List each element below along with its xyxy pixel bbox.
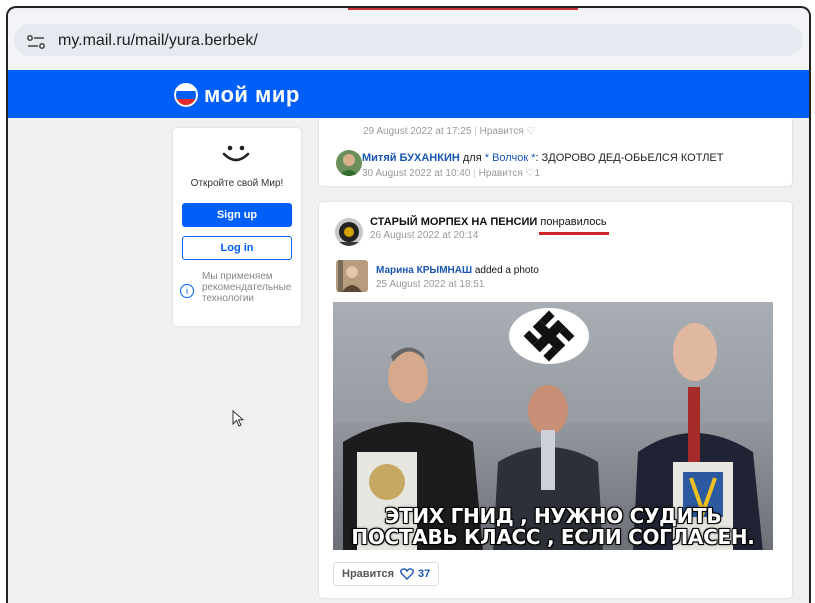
highlight-underline (539, 232, 609, 235)
smile-icon (222, 145, 250, 162)
heart-icon[interactable]: ♡ (526, 168, 535, 179)
signup-card: Откройте свой Мир! Sign up Log in i Мы п… (173, 128, 301, 326)
avatar[interactable] (336, 150, 362, 176)
browser-window: my.mail.ru/mail/yura.berbek/ мой мир Отк… (6, 6, 811, 603)
comment-date-line: 30 August 2022 at 10:40 | Нравится ♡1 (362, 168, 541, 179)
avatar[interactable] (336, 260, 368, 292)
logo-text: мой мир (204, 82, 300, 107)
logo[interactable]: мой мир (174, 82, 300, 108)
shared-author-line: Марина КРЫМНАШ added a photo (376, 265, 539, 276)
info-text: Мы применяем рекомендательные технологии (202, 271, 292, 304)
post-author-line: СТАРЫЙ МОРПЕХ НА ПЕНСИИ понравилось (370, 216, 607, 228)
shared-date: 25 August 2022 at 18:51 (376, 279, 485, 290)
feed-post: 29 August 2022 at 17:25 | Нравится ♡ Мит… (319, 118, 792, 186)
comment-addressee-link[interactable]: * Волчок * (485, 152, 536, 164)
url-text[interactable]: my.mail.ru/mail/yura.berbek/ (58, 32, 258, 50)
comment-text: Митяй БУХАНКИН для * Волчок *: ЗДОРОВО Д… (362, 152, 724, 164)
card-title: Откройте свой Мир! (190, 178, 284, 189)
comment-like-link[interactable]: Нравится (479, 168, 523, 179)
shared-author-link[interactable]: Марина КРЫМНАШ (376, 265, 472, 276)
comment-author-link[interactable]: Митяй БУХАНКИН (362, 152, 460, 164)
avatar[interactable] (335, 218, 363, 246)
photo-caption: ЭТИХ ГНИД , НУЖНО СУДИТЬ ПОСТАВЬ КЛАСС ,… (351, 504, 755, 549)
post-photo[interactable]: ЭТИХ ГНИД , НУЖНО СУДИТЬ ПОСТАВЬ КЛАСС ,… (333, 302, 773, 550)
site-settings-icon[interactable] (26, 35, 46, 49)
heart-icon (400, 568, 414, 580)
post-date: 26 August 2022 at 20:14 (370, 230, 479, 241)
mouse-cursor-icon (232, 410, 245, 427)
site-header: мой мир (8, 70, 809, 118)
signup-button[interactable]: Sign up (182, 203, 292, 227)
address-bar: my.mail.ru/mail/yura.berbek/ (8, 10, 809, 70)
like-button[interactable]: Нравится 37 (333, 562, 439, 586)
login-button[interactable]: Log in (182, 236, 292, 260)
logo-ball-icon (174, 83, 198, 107)
post-date-line: 29 August 2022 at 17:25 | Нравится ♡ (363, 126, 536, 137)
feed-post: СТАРЫЙ МОРПЕХ НА ПЕНСИИ понравилось 26 A… (319, 202, 792, 598)
heart-icon[interactable]: ♡ (527, 126, 536, 137)
info-icon[interactable]: i (180, 284, 194, 298)
post-author-link[interactable]: СТАРЫЙ МОРПЕХ НА ПЕНСИИ (370, 216, 537, 228)
